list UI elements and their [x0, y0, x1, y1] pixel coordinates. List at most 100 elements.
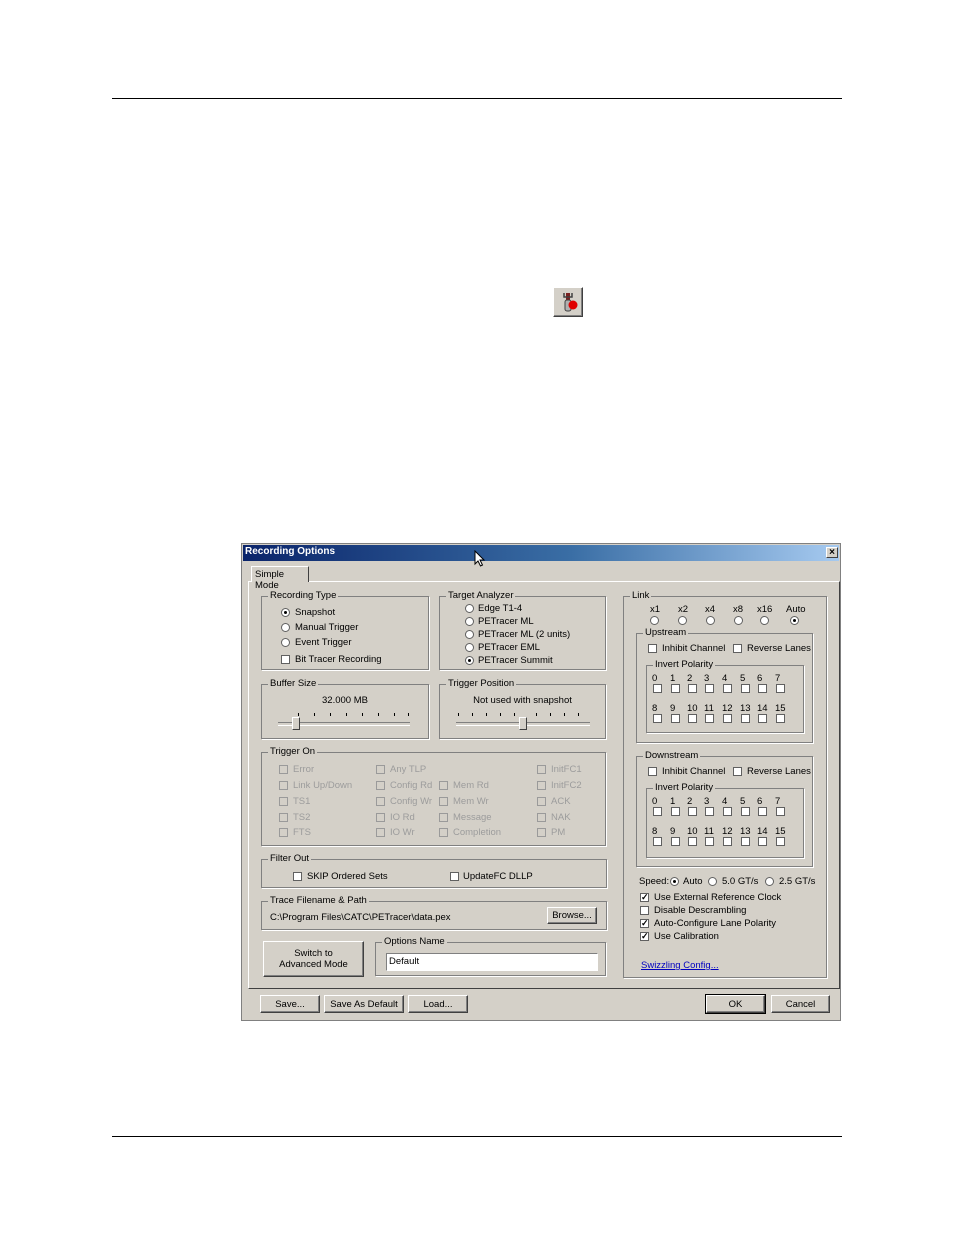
mem-rd-checkbox[interactable]: [439, 781, 448, 790]
radio-petracer-eml[interactable]: [465, 643, 474, 652]
downstream-lane-invert-checkbox[interactable]: [705, 807, 714, 816]
initfc1-checkbox[interactable]: [537, 765, 546, 774]
upstream-lane-invert-checkbox[interactable]: [723, 684, 732, 693]
disable-descrambling-checkbox[interactable]: [640, 906, 649, 915]
upstream-lane-invert-checkbox[interactable]: [671, 684, 680, 693]
upstream-lane-invert-checkbox[interactable]: [741, 684, 750, 693]
any-tlp-checkbox[interactable]: [376, 765, 385, 774]
upstream-lane-invert-checkbox[interactable]: [653, 684, 662, 693]
message-checkbox[interactable]: [439, 813, 448, 822]
upstream-lane-invert-checkbox[interactable]: [705, 714, 714, 723]
switch-to-advanced-button[interactable]: Switch to Advanced Mode: [263, 941, 364, 977]
completion-checkbox[interactable]: [439, 828, 448, 837]
ts1-checkbox[interactable]: [279, 797, 288, 806]
upstream-lane-invert-checkbox[interactable]: [776, 714, 785, 723]
radio-speed-2-5[interactable]: [765, 877, 774, 886]
link-updown-checkbox[interactable]: [279, 781, 288, 790]
trigger-position-slider[interactable]: [519, 717, 527, 730]
ok-button[interactable]: OK: [705, 994, 766, 1014]
swizzling-config-link[interactable]: Swizzling Config...: [641, 960, 719, 971]
nak-checkbox[interactable]: [537, 813, 546, 822]
upstream-lane-invert-checkbox[interactable]: [653, 714, 662, 723]
downstream-lane-invert-checkbox[interactable]: [758, 837, 767, 846]
radio-width-x2[interactable]: [678, 616, 687, 625]
use-calibration-checkbox[interactable]: ✓: [640, 932, 649, 941]
radio-width-x4[interactable]: [706, 616, 715, 625]
downstream-lane-invert-checkbox[interactable]: [776, 837, 785, 846]
downstream-lane-invert-checkbox[interactable]: [653, 837, 662, 846]
trace-filename-legend: Trace Filename & Path: [268, 895, 369, 906]
upstream-lane-invert-checkbox[interactable]: [688, 714, 697, 723]
downstream-lane-invert-checkbox[interactable]: [741, 837, 750, 846]
upstream-lane-invert-checkbox[interactable]: [741, 714, 750, 723]
buffer-size-slider[interactable]: [292, 717, 300, 730]
width-x16-label: x16: [757, 604, 773, 615]
radio-width-x16[interactable]: [760, 616, 769, 625]
radio-speed-5[interactable]: [708, 877, 717, 886]
upstream-lane-invert-checkbox[interactable]: [758, 684, 767, 693]
upstream-lane-label: 4: [722, 673, 728, 684]
pm-checkbox[interactable]: [537, 828, 546, 837]
downstream-lane-invert-checkbox[interactable]: [776, 807, 785, 816]
mem-wr-checkbox[interactable]: [439, 797, 448, 806]
close-button[interactable]: ×: [826, 547, 838, 558]
config-wr-checkbox[interactable]: [376, 797, 385, 806]
skip-ordered-sets-checkbox[interactable]: [293, 872, 302, 881]
recording-options-icon[interactable]: [553, 287, 583, 317]
save-button[interactable]: Save...: [260, 995, 320, 1013]
downstream-lane-invert-checkbox[interactable]: [723, 807, 732, 816]
auto-configure-polarity-checkbox[interactable]: ✓: [640, 919, 649, 928]
radio-edge-t1-4[interactable]: [465, 604, 474, 613]
downstream-reverse-checkbox[interactable]: [733, 767, 742, 776]
error-checkbox[interactable]: [279, 765, 288, 774]
radio-width-x1[interactable]: [650, 616, 659, 625]
use-external-clock-checkbox[interactable]: ✓: [640, 893, 649, 902]
config-rd-checkbox[interactable]: [376, 781, 385, 790]
downstream-lane-invert-checkbox[interactable]: [758, 807, 767, 816]
upstream-lane-invert-checkbox[interactable]: [705, 684, 714, 693]
tab-simple-mode[interactable]: Simple Mode: [251, 566, 309, 591]
upstream-lane-invert-checkbox[interactable]: [758, 714, 767, 723]
radio-petracer-ml-2[interactable]: [465, 630, 474, 639]
downstream-lane-invert-checkbox[interactable]: [741, 807, 750, 816]
options-name-input[interactable]: Default: [386, 953, 598, 971]
radio-petracer-summit[interactable]: [465, 656, 474, 665]
io-wr-checkbox[interactable]: [376, 828, 385, 837]
downstream-lane-invert-checkbox[interactable]: [653, 807, 662, 816]
ack-checkbox[interactable]: [537, 797, 546, 806]
downstream-lane-invert-checkbox[interactable]: [671, 807, 680, 816]
upstream-inhibit-checkbox[interactable]: [648, 644, 657, 653]
downstream-lane-invert-checkbox[interactable]: [705, 837, 714, 846]
radio-speed-auto[interactable]: [670, 877, 679, 886]
radio-manual-trigger[interactable]: [281, 623, 290, 632]
downstream-inhibit-checkbox[interactable]: [648, 767, 657, 776]
bit-tracer-checkbox[interactable]: [281, 655, 290, 664]
downstream-lane-invert-checkbox[interactable]: [723, 837, 732, 846]
upstream-lane-invert-checkbox[interactable]: [688, 684, 697, 693]
cancel-button[interactable]: Cancel: [771, 995, 830, 1013]
footer-rule: [112, 1136, 842, 1137]
upstream-lane-invert-checkbox[interactable]: [723, 714, 732, 723]
downstream-lane-invert-checkbox[interactable]: [688, 807, 697, 816]
upstream-lane-invert-checkbox[interactable]: [776, 684, 785, 693]
save-as-default-button[interactable]: Save As Default: [324, 995, 404, 1013]
initfc2-checkbox[interactable]: [537, 781, 546, 790]
downstream-lane-invert-checkbox[interactable]: [688, 837, 697, 846]
browse-button[interactable]: Browse...: [547, 907, 597, 924]
auto-configure-polarity-label: Auto-Configure Lane Polarity: [654, 918, 776, 929]
downstream-lane-label: 7: [775, 796, 781, 807]
ts2-checkbox[interactable]: [279, 813, 288, 822]
radio-width-x8[interactable]: [734, 616, 743, 625]
radio-petracer-ml[interactable]: [465, 617, 474, 626]
io-rd-checkbox[interactable]: [376, 813, 385, 822]
upstream-lane-label: 13: [740, 703, 751, 714]
radio-snapshot[interactable]: [281, 608, 290, 617]
upstream-reverse-checkbox[interactable]: [733, 644, 742, 653]
upstream-lane-invert-checkbox[interactable]: [671, 714, 680, 723]
updatefc-dllp-checkbox[interactable]: [450, 872, 459, 881]
fts-checkbox[interactable]: [279, 828, 288, 837]
load-button[interactable]: Load...: [408, 995, 468, 1013]
radio-width-auto[interactable]: [790, 616, 799, 625]
radio-event-trigger[interactable]: [281, 638, 290, 647]
downstream-lane-invert-checkbox[interactable]: [671, 837, 680, 846]
